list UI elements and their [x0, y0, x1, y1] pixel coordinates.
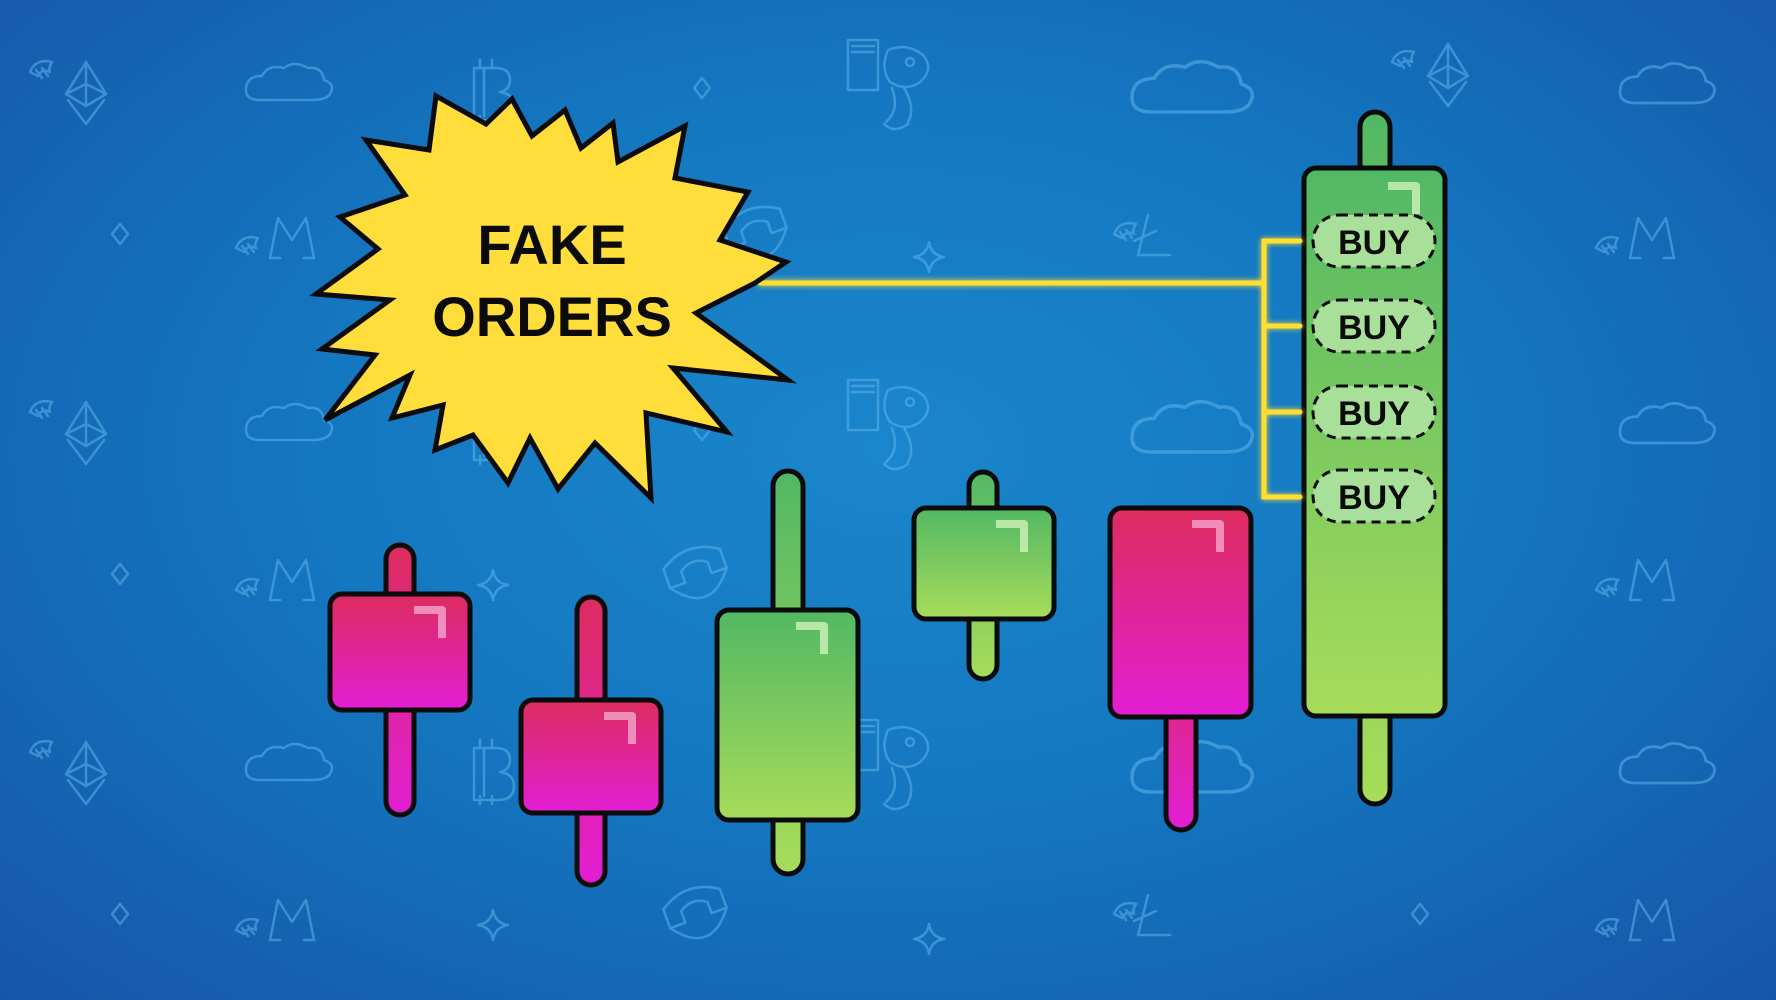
monero-icon	[1628, 558, 1676, 602]
cloud-icon	[244, 62, 334, 102]
connector-bracket	[757, 238, 1303, 500]
litecoin-icon	[1132, 893, 1172, 937]
buy-order-1: BUY	[1311, 213, 1437, 269]
callout-line-1: FAKE	[477, 213, 626, 276]
wings-icon	[1594, 235, 1620, 256]
bitcoin-icon	[472, 738, 516, 806]
cloud-icon	[244, 742, 334, 782]
diamond-icon	[1410, 902, 1430, 926]
sparkle-icon	[912, 240, 946, 274]
candle-4	[911, 469, 1057, 682]
magnet-icon	[658, 878, 735, 949]
monero-icon	[268, 558, 316, 602]
buy-order-label: BUY	[1338, 309, 1410, 347]
illustration-canvas: BUY BUY BUY BUY FAKE ORDERS	[0, 0, 1776, 1000]
monero-icon	[268, 216, 316, 260]
sparkle-icon	[476, 908, 510, 942]
buy-order-label: BUY	[1338, 395, 1410, 433]
dog-mascot-icon	[846, 378, 930, 471]
buy-order-4: BUY	[1311, 468, 1437, 524]
buy-order-label: BUY	[1338, 224, 1410, 262]
cloud-icon	[1618, 742, 1716, 785]
cloud-icon	[1618, 62, 1716, 105]
ethereum-icon	[64, 400, 108, 466]
cloud-icon	[1130, 59, 1255, 114]
cloud-icon	[1618, 402, 1716, 445]
ethereum-icon	[64, 740, 108, 806]
sparkle-icon	[912, 922, 946, 956]
dog-mascot-icon	[846, 38, 930, 131]
monero-icon	[1628, 216, 1676, 260]
fake-orders-callout: FAKE ORDERS	[309, 92, 797, 505]
illustration-svg: BUY BUY BUY BUY FAKE ORDERS	[28, 38, 1716, 956]
candle-1	[327, 542, 473, 818]
cloud-icon	[1130, 399, 1255, 454]
wings-icon	[28, 739, 54, 760]
wings-icon	[1112, 221, 1138, 242]
wings-icon	[1594, 577, 1620, 598]
wings-icon	[1594, 917, 1620, 938]
wings-icon	[234, 235, 260, 256]
buy-order-3: BUY	[1311, 384, 1437, 440]
litecoin-icon	[1132, 213, 1172, 257]
buy-order-2: BUY	[1311, 298, 1437, 354]
monero-icon	[1628, 898, 1676, 942]
wings-icon	[234, 917, 260, 938]
candle-2	[518, 594, 664, 888]
wings-icon	[1112, 901, 1138, 922]
buy-order-label: BUY	[1338, 479, 1410, 517]
wings-icon	[234, 577, 260, 598]
diamond-icon	[110, 562, 130, 586]
sparkle-icon	[476, 568, 510, 602]
diamond-icon	[110, 222, 130, 246]
ethereum-icon	[64, 60, 108, 126]
cloud-icon	[244, 402, 334, 442]
diamond-icon	[110, 902, 130, 926]
diamond-icon	[692, 76, 712, 100]
magnet-icon	[658, 538, 735, 609]
wings-icon	[28, 399, 54, 420]
wings-icon	[28, 59, 54, 80]
callout-line-2: ORDERS	[432, 285, 672, 348]
monero-icon	[268, 898, 316, 942]
background-doodles	[28, 38, 1716, 956]
wings-icon	[1390, 49, 1416, 70]
candle-3	[714, 468, 861, 877]
ethereum-icon	[1426, 42, 1470, 108]
